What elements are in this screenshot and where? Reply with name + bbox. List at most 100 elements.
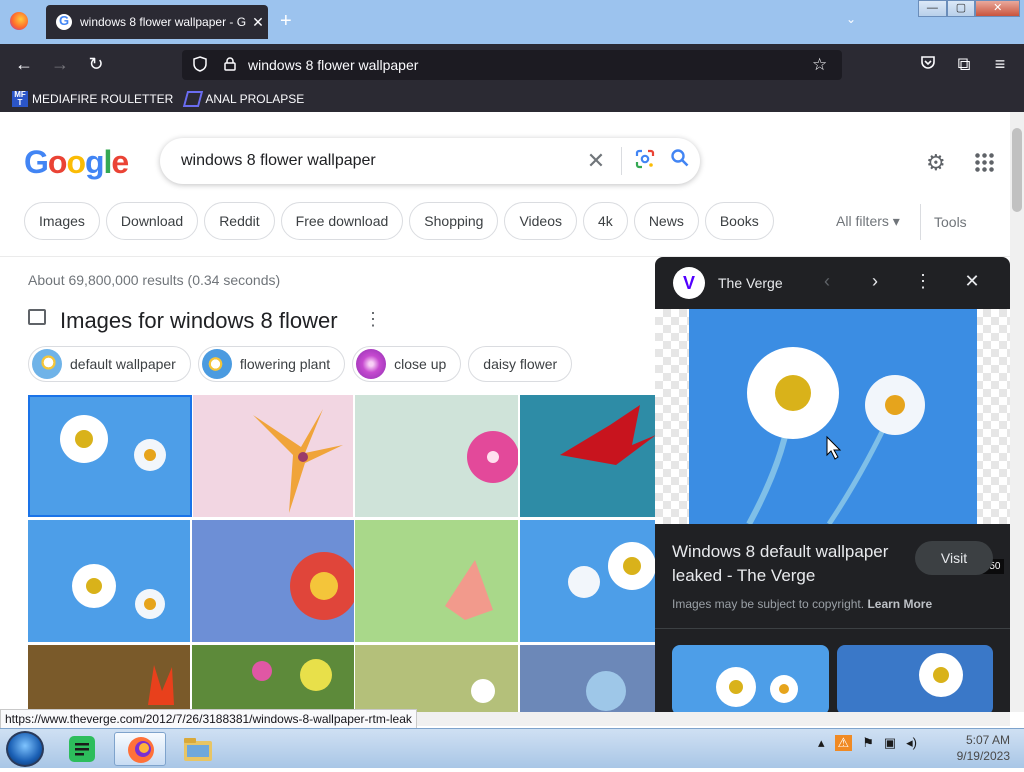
bookmark-second[interactable]: ANAL PROLAPSE bbox=[183, 91, 304, 107]
image-result[interactable] bbox=[193, 395, 353, 517]
google-lens-icon[interactable] bbox=[630, 149, 660, 174]
image-result[interactable] bbox=[192, 645, 354, 712]
images-heading[interactable]: Images for windows 8 flower bbox=[60, 308, 338, 334]
image-result[interactable] bbox=[520, 645, 656, 712]
refine-chip-flowering-plant[interactable]: flowering plant bbox=[197, 346, 346, 382]
filter-chips: Images Download Reddit Free download Sho… bbox=[24, 202, 780, 240]
start-button-icon[interactable] bbox=[6, 731, 44, 767]
clear-search-icon[interactable]: ✕ bbox=[579, 148, 613, 174]
preview-image[interactable] bbox=[689, 309, 977, 524]
tray-app-icon[interactable]: ⚠ bbox=[834, 735, 853, 751]
the-verge-logo-icon[interactable]: V bbox=[673, 267, 705, 299]
refine-chip-default-wallpaper[interactable]: default wallpaper bbox=[28, 346, 191, 382]
image-result[interactable] bbox=[355, 645, 518, 712]
system-tray: ▴ ⚠ ⚑ ▣ ◂) bbox=[818, 735, 927, 751]
clock-date: 9/19/2023 bbox=[956, 749, 1010, 763]
more-options-icon[interactable]: ⋮ bbox=[364, 309, 382, 330]
image-result[interactable] bbox=[355, 520, 518, 642]
image-result[interactable] bbox=[520, 520, 656, 642]
forward-icon[interactable]: → bbox=[48, 54, 72, 75]
clock-time: 5:07 AM bbox=[965, 733, 1010, 747]
chip-news[interactable]: News bbox=[633, 202, 699, 240]
bookmark-sigma-icon bbox=[183, 91, 204, 107]
search-box: windows 8 flower wallpaper ✕ bbox=[160, 138, 700, 184]
tab-close-icon[interactable]: ✕ bbox=[248, 14, 268, 31]
preview-image-area[interactable]: 1,400 × 1,050 bbox=[655, 309, 1010, 574]
visit-button[interactable]: Visit bbox=[915, 541, 993, 575]
chip-thumbnail bbox=[201, 349, 232, 379]
taskbar-firefox[interactable] bbox=[114, 732, 166, 766]
network-icon[interactable]: ▣ bbox=[884, 735, 896, 751]
all-filters-button[interactable]: All filters ▾ bbox=[836, 213, 900, 230]
lock-icon[interactable] bbox=[218, 56, 242, 74]
related-image[interactable] bbox=[672, 645, 829, 712]
reload-icon[interactable]: ↻ bbox=[84, 54, 108, 75]
panel-close-icon[interactable]: ✕ bbox=[960, 271, 984, 292]
address-bar[interactable]: windows 8 flower wallpaper ☆ bbox=[182, 50, 842, 80]
tools-button[interactable]: Tools bbox=[920, 204, 967, 240]
search-divider bbox=[621, 147, 622, 175]
volume-icon[interactable]: ◂) bbox=[906, 735, 917, 751]
image-result[interactable] bbox=[28, 520, 190, 642]
firefox-icon bbox=[128, 737, 154, 763]
list-all-tabs-button[interactable]: ⌄ bbox=[846, 12, 856, 26]
image-result[interactable] bbox=[355, 395, 518, 517]
refine-chips: default wallpaper flowering plant close … bbox=[28, 346, 579, 382]
pocket-icon[interactable] bbox=[916, 54, 940, 75]
bookmark-mediafire[interactable]: MF T MEDIAFIRE ROULETTER bbox=[12, 91, 173, 107]
chip-shopping[interactable]: Shopping bbox=[409, 202, 499, 240]
new-tab-button[interactable]: + bbox=[280, 10, 292, 33]
clock[interactable]: 5:07 AM 9/19/2023 bbox=[952, 732, 1010, 764]
bookmark-star-icon[interactable]: ☆ bbox=[812, 55, 842, 75]
chip-4k[interactable]: 4k bbox=[583, 202, 628, 240]
copyright-notice: Images may be subject to copyright. Lear… bbox=[672, 597, 933, 611]
source-name[interactable]: The Verge bbox=[718, 275, 783, 291]
window-controls: — ▢ ✕ bbox=[918, 0, 1021, 18]
chip-books[interactable]: Books bbox=[704, 202, 774, 240]
menu-icon[interactable]: ≡ bbox=[988, 54, 1012, 75]
taskbar-file-explorer[interactable] bbox=[172, 732, 224, 766]
tab-strip: windows 8 flower wallpaper - G ✕ + ⌄ — ▢… bbox=[0, 0, 1024, 44]
close-window-button[interactable]: ✕ bbox=[975, 0, 1021, 17]
taskbar-sticky-notes[interactable] bbox=[56, 732, 108, 766]
bookmarks-toolbar: MF T MEDIAFIRE ROULETTER ANAL PROLAPSE bbox=[0, 86, 1024, 112]
back-icon[interactable]: ← bbox=[12, 54, 36, 75]
related-image[interactable] bbox=[837, 645, 993, 712]
image-result[interactable] bbox=[520, 395, 656, 517]
folder-icon bbox=[184, 738, 212, 761]
tab-title: windows 8 flower wallpaper - G bbox=[80, 15, 247, 29]
panel-header: V The Verge ‹ › ⋮ ✕ bbox=[655, 257, 1010, 309]
refine-chip-close-up[interactable]: close up bbox=[352, 346, 462, 382]
chip-reddit[interactable]: Reddit bbox=[204, 202, 275, 240]
tracking-shield-icon[interactable] bbox=[188, 55, 212, 75]
image-result[interactable] bbox=[28, 645, 190, 712]
action-center-flag-icon[interactable]: ⚑ bbox=[862, 735, 874, 751]
google-logo[interactable]: Google bbox=[24, 144, 129, 181]
chip-videos[interactable]: Videos bbox=[504, 202, 578, 240]
extensions-icon[interactable]: ⧉ bbox=[952, 54, 976, 75]
chip-download[interactable]: Download bbox=[105, 202, 199, 240]
minimize-button[interactable]: — bbox=[918, 0, 947, 17]
show-hidden-icons[interactable]: ▴ bbox=[818, 735, 825, 751]
next-image-icon[interactable]: › bbox=[863, 271, 887, 292]
panel-image-title[interactable]: Windows 8 default wallpaper leaked - The… bbox=[672, 540, 912, 588]
panel-more-icon[interactable]: ⋮ bbox=[911, 271, 935, 292]
google-apps-icon[interactable] bbox=[974, 152, 994, 172]
search-input[interactable]: windows 8 flower wallpaper bbox=[160, 152, 579, 170]
refine-chip-daisy-flower[interactable]: daisy flower bbox=[468, 346, 573, 382]
image-result[interactable] bbox=[28, 395, 192, 517]
search-icon[interactable] bbox=[660, 148, 700, 174]
chip-thumbnail bbox=[356, 349, 387, 379]
previous-image-icon[interactable]: ‹ bbox=[815, 271, 839, 292]
firefox-menu-icon[interactable] bbox=[10, 12, 28, 30]
tab-google-search[interactable]: windows 8 flower wallpaper - G ✕ bbox=[46, 5, 268, 39]
chip-free-download[interactable]: Free download bbox=[280, 202, 404, 240]
chip-images[interactable]: Images bbox=[24, 202, 100, 240]
settings-gear-icon[interactable]: ⚙ bbox=[926, 150, 946, 176]
learn-more-link[interactable]: Learn More bbox=[867, 597, 932, 611]
restore-button[interactable]: ▢ bbox=[946, 0, 976, 17]
link-status-url: https://www.theverge.com/2012/7/26/31883… bbox=[0, 709, 417, 729]
vertical-scroll-thumb[interactable] bbox=[1012, 128, 1022, 212]
image-result[interactable] bbox=[192, 520, 354, 642]
google-results-page: Google windows 8 flower wallpaper ✕ ⚙ Im… bbox=[0, 112, 1010, 712]
